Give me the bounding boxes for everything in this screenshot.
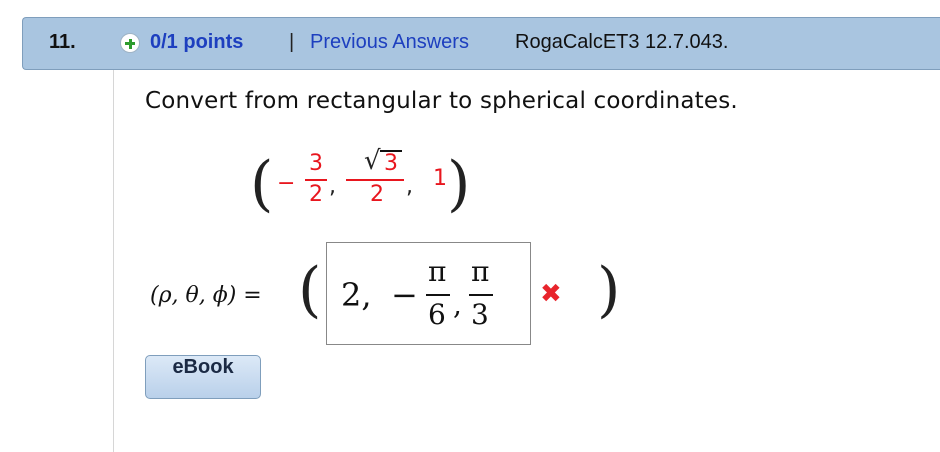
x-fraction-bar (305, 179, 327, 181)
y-fraction-bar (346, 179, 404, 181)
y-denominator: 2 (370, 182, 384, 207)
question-header: 11. 0/1 points | Previous Answers RogaCa… (22, 17, 940, 70)
question-number: 11. (49, 31, 76, 53)
problem-code: RogaCalcET3 12.7.043. (515, 31, 729, 53)
phi-denominator: 3 (471, 298, 489, 331)
answer-close-paren: ) (597, 255, 621, 325)
point-open-paren: ( (250, 149, 274, 219)
plus-icon[interactable] (120, 33, 140, 53)
question-content: Convert from rectangular to spherical co… (113, 70, 940, 452)
coordinate-label: (ρ, θ, ϕ) = (150, 283, 262, 308)
theta-denominator: 6 (428, 298, 446, 331)
theta-fraction-bar (426, 294, 450, 296)
phi-numerator: π (471, 255, 490, 288)
ebook-button[interactable]: eBook (145, 355, 261, 399)
comma-2: , (406, 174, 413, 199)
y-numerator: 3 (384, 151, 398, 176)
x-sign: − (277, 171, 296, 196)
header-separator: | (289, 31, 295, 53)
theta-sign: − (391, 276, 418, 314)
answer-input-box[interactable]: 2, − π 6 , π 3 (326, 242, 531, 345)
x-denominator: 2 (309, 182, 323, 207)
rho-value: 2, (341, 276, 372, 314)
answer-comma: , (453, 288, 462, 321)
comma-1: , (329, 174, 336, 199)
radical-icon: √ (364, 146, 381, 176)
previous-answers-link[interactable]: Previous Answers (310, 31, 469, 54)
phi-fraction-bar (469, 294, 493, 296)
point-close-paren: ) (447, 149, 471, 219)
x-mark-icon: ✖ (540, 279, 562, 309)
answer-open-paren: ( (298, 255, 322, 325)
x-numerator: 3 (309, 151, 323, 176)
theta-numerator: π (428, 255, 447, 288)
question-prompt: Convert from rectangular to spherical co… (145, 88, 738, 114)
points-link[interactable]: 0/1 points (150, 31, 243, 54)
z-value: 1 (433, 166, 447, 191)
